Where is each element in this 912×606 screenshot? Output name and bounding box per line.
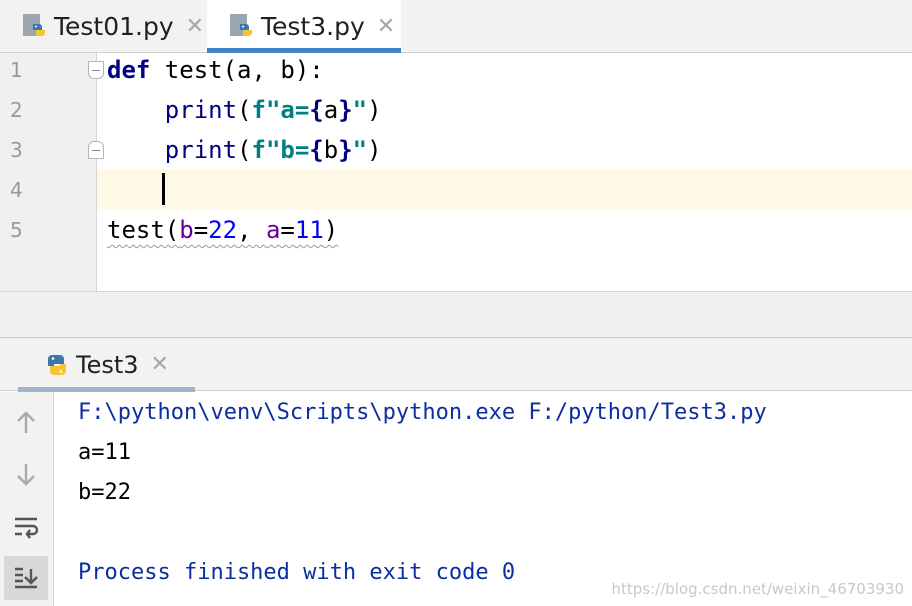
print-call: print [164, 136, 238, 164]
fstring-prefix: f"a= [251, 96, 310, 124]
scroll-to-end-icon[interactable] [4, 556, 48, 600]
separator: , [237, 216, 266, 244]
panel-splitter[interactable] [0, 291, 912, 338]
soft-wrap-icon[interactable] [4, 505, 48, 549]
code-line-3: print(f"b={b}") [107, 130, 382, 170]
console-toolbar [0, 392, 54, 606]
editor-tab-bar: Test01.py ✕ Test3.py ✕ [0, 0, 912, 53]
python-file-icon [48, 354, 66, 375]
paren-open: ( [237, 136, 252, 164]
console-command-line: F:\python\venv\Scripts\python.exe F:/pyt… [78, 400, 767, 425]
close-icon[interactable]: ✕ [377, 14, 395, 39]
keyword-arg-b: b [179, 216, 194, 244]
number-literal: 22 [208, 216, 238, 244]
brace-open: { [309, 136, 324, 164]
function-signature: test(a, b): [150, 56, 324, 84]
text-caret [162, 173, 165, 205]
equals: = [280, 216, 295, 244]
paren-close: ) [367, 136, 382, 164]
tab-label: Test3.py [261, 11, 365, 41]
console-output-line: b=22 [78, 480, 131, 505]
code-line-2: print(f"a={a}") [107, 90, 382, 130]
fold-collapse-icon[interactable] [88, 61, 104, 79]
close-icon[interactable]: ✕ [186, 14, 204, 39]
code-editor[interactable]: 1 2 3 4 5 def test(a, b): print(f"a={a}"… [0, 53, 912, 291]
call-name: test( [107, 216, 180, 244]
line-number: 5 [10, 218, 23, 242]
line-number: 1 [10, 58, 23, 82]
keyword-arg-a: a [265, 216, 281, 244]
line-number: 3 [10, 138, 23, 162]
paren-close: ) [323, 216, 339, 244]
python-file-icon [230, 14, 252, 36]
close-icon[interactable]: ✕ [151, 352, 169, 377]
fstring-quote: " [352, 96, 368, 124]
tab-run-test3[interactable]: Test3 ✕ [18, 338, 195, 392]
line-number: 2 [10, 98, 23, 122]
print-call: print [164, 96, 238, 124]
fstring-variable: b [323, 136, 339, 164]
brace-close: } [338, 96, 353, 124]
watermark: https://blog.csdn.net/weixin_46703930 [611, 580, 904, 598]
code-line-5: test(b=22, a=11) [107, 210, 338, 250]
run-console: F:\python\venv\Scripts\python.exe F:/pyt… [0, 392, 912, 606]
tab-test01-py[interactable]: Test01.py ✕ [0, 0, 206, 52]
console-output-line: a=11 [78, 440, 131, 465]
line-number-gutter: 1 2 3 4 5 [0, 53, 97, 291]
paren-open: ( [237, 96, 252, 124]
fold-end-icon[interactable] [88, 141, 104, 159]
run-tab-bar: Test3 ✕ [0, 338, 912, 392]
up-arrow-icon[interactable] [4, 401, 48, 445]
tab-label: Test01.py [54, 11, 174, 41]
console-exit-message: Process finished with exit code 0 [78, 560, 516, 585]
brace-open: { [309, 96, 324, 124]
fstring-quote: " [352, 136, 368, 164]
paren-close: ) [367, 96, 382, 124]
down-arrow-icon[interactable] [4, 452, 48, 496]
line-number: 4 [10, 178, 23, 202]
fstring-prefix: f"b= [251, 136, 310, 164]
code-line-1: def test(a, b): [107, 50, 324, 90]
tab-test3-py[interactable]: Test3.py ✕ [207, 0, 401, 53]
brace-close: } [338, 136, 353, 164]
number-literal: 11 [294, 216, 324, 244]
run-tab-label: Test3 [76, 350, 139, 379]
def-keyword: def [107, 56, 151, 84]
python-file-icon [23, 14, 45, 36]
current-line-highlight [97, 169, 912, 209]
fstring-variable: a [323, 96, 339, 124]
equals: = [193, 216, 209, 244]
